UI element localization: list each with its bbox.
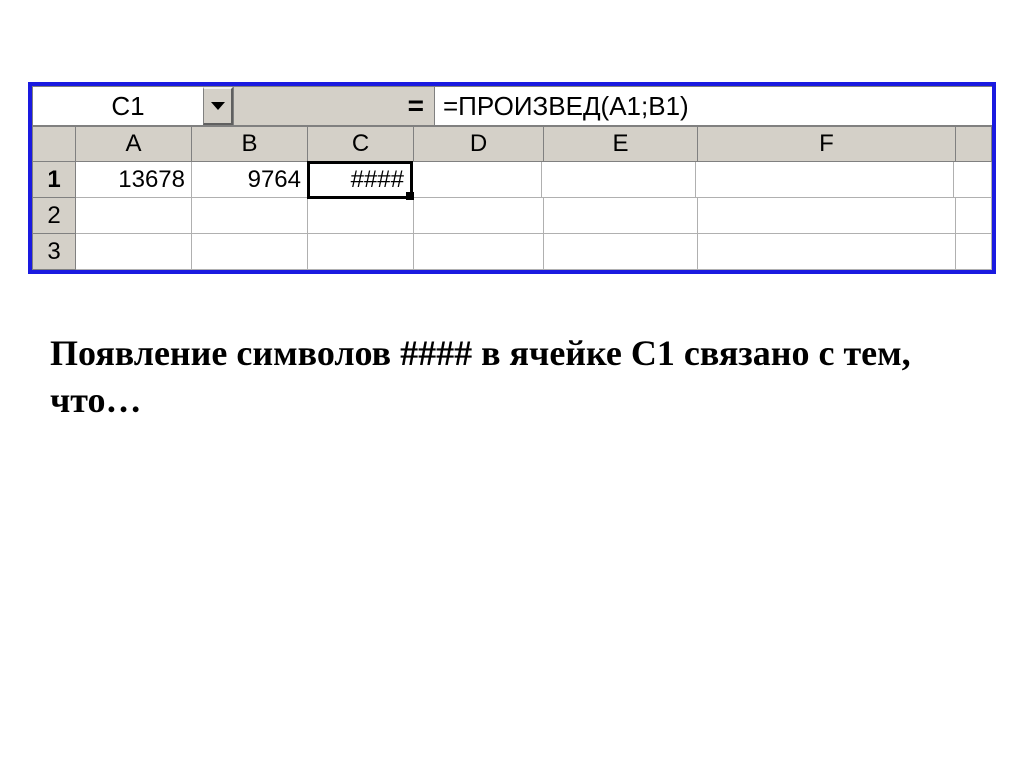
column-header-E[interactable]: E [544, 126, 698, 162]
cell-D1[interactable] [412, 162, 542, 198]
row-3: 3 [32, 234, 992, 270]
cell-A1[interactable]: 13678 [76, 162, 192, 198]
cell-D3[interactable] [414, 234, 544, 270]
name-box-dropdown-button[interactable] [203, 87, 233, 125]
row-2: 2 [32, 198, 992, 234]
formula-bar: C1 = =ПРОИЗВЕД(A1;B1) [32, 86, 992, 126]
column-header-F[interactable]: F [698, 126, 956, 162]
name-box-text: C1 [33, 87, 203, 125]
column-header-end [956, 126, 992, 162]
cell-A2[interactable] [76, 198, 192, 234]
name-box[interactable]: C1 [32, 86, 234, 125]
row-header-1[interactable]: 1 [32, 162, 76, 198]
equals-label: = [408, 90, 424, 122]
column-header-row: A B C D E F [32, 126, 992, 162]
column-header-D[interactable]: D [414, 126, 544, 162]
grid: A B C D E F 1 13678 9764 #### 2 [32, 126, 992, 270]
chevron-down-icon [211, 102, 225, 110]
column-header-A[interactable]: A [76, 126, 192, 162]
row-header-2[interactable]: 2 [32, 198, 76, 234]
cell-C3[interactable] [308, 234, 414, 270]
row-1: 1 13678 9764 #### [32, 162, 992, 198]
cell-E3[interactable] [544, 234, 698, 270]
formula-input[interactable]: =ПРОИЗВЕД(A1;B1) [434, 86, 992, 125]
cell-A3[interactable] [76, 234, 192, 270]
cell-B2[interactable] [192, 198, 308, 234]
formula-label-area: = [234, 86, 434, 125]
cell-C2[interactable] [308, 198, 414, 234]
question-text: Появление символов #### в ячейке С1 связ… [50, 330, 920, 424]
cell-E1[interactable] [542, 162, 696, 198]
cell-F3[interactable] [698, 234, 956, 270]
column-header-C[interactable]: C [308, 126, 414, 162]
cell-D2[interactable] [414, 198, 544, 234]
cell-E2[interactable] [544, 198, 698, 234]
cell-B1[interactable]: 9764 [192, 162, 308, 198]
cell-end-1 [954, 162, 992, 198]
cell-F1[interactable] [696, 162, 954, 198]
column-header-B[interactable]: B [192, 126, 308, 162]
cell-end-2 [956, 198, 992, 234]
cell-B3[interactable] [192, 234, 308, 270]
spreadsheet-window: C1 = =ПРОИЗВЕД(A1;B1) A B C D E F 1 1367… [28, 82, 996, 274]
row-header-3[interactable]: 3 [32, 234, 76, 270]
cell-F2[interactable] [698, 198, 956, 234]
select-all-corner[interactable] [32, 126, 76, 162]
cell-C1[interactable]: #### [307, 161, 413, 199]
cell-end-3 [956, 234, 992, 270]
